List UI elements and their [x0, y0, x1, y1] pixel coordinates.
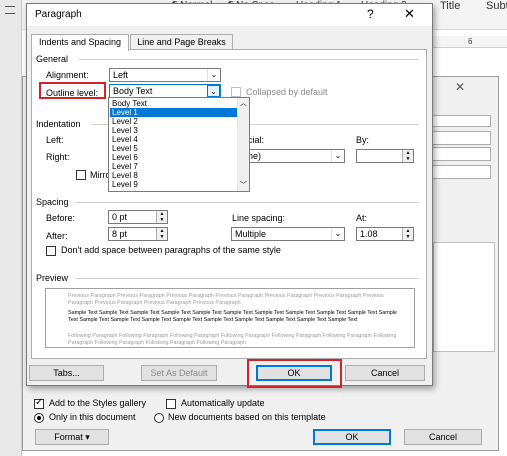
line-spacing-select[interactable]: Multiple ⌄	[231, 227, 345, 241]
paragraph-dialog: Paragraph ? ✕ Indents and Spacing Line a…	[26, 3, 433, 388]
before-value: 0 pt	[112, 212, 128, 222]
after-label: After:	[46, 231, 68, 241]
outline-option[interactable]: Level 2	[110, 117, 237, 126]
style-following-select[interactable]	[431, 165, 491, 179]
general-heading: General	[36, 54, 69, 64]
preview-previous-paragraph: Previous Paragraph Previous Paragraph Pr…	[68, 293, 384, 306]
outline-option[interactable]: Body Text	[110, 99, 237, 108]
chevron-down-icon: ⌄	[331, 150, 344, 162]
at-label: At:	[356, 213, 368, 223]
outline-level-highlight	[39, 82, 106, 99]
set-as-default-button[interactable]: Set As Default	[141, 365, 217, 381]
style-based-on-select[interactable]	[431, 147, 491, 161]
indentation-heading: Indentation	[36, 119, 81, 129]
tab-indents-and-spacing[interactable]: Indents and Spacing	[31, 34, 129, 51]
spinner-arrows-icon[interactable]: ▲ ▼	[156, 228, 167, 240]
spinner-arrows-icon[interactable]: ▲ ▼	[402, 150, 413, 162]
line-spacing-value: Multiple	[235, 229, 267, 239]
cancel-button[interactable]: Cancel	[345, 365, 425, 381]
preview-heading: Preview	[36, 273, 69, 283]
close-icon[interactable]: ✕	[455, 80, 465, 94]
paragraph-preview: Previous Paragraph Previous Paragraph Pr…	[45, 288, 415, 348]
outline-option[interactable]: Level 8	[110, 171, 237, 180]
outline-option[interactable]: Level 9	[110, 180, 237, 189]
outline-option[interactable]: Level 6	[110, 153, 237, 162]
only-this-document-label: Only in this document	[49, 412, 136, 422]
alignment-value: Left	[113, 70, 129, 80]
preview-divider	[75, 278, 419, 279]
add-to-gallery-label: Add to the Styles gallery	[49, 398, 147, 408]
by-label: By:	[356, 135, 370, 145]
modify-cancel-button[interactable]: Cancel	[404, 429, 482, 445]
ok-button-highlight	[247, 359, 342, 388]
outline-level-dropdown: Body Text Level 1 Level 2 Level 3 Level …	[108, 97, 250, 192]
dont-add-space-checkbox[interactable]	[46, 246, 56, 256]
at-value: 1.08	[360, 229, 378, 239]
alignment-select[interactable]: Left ⌄	[109, 68, 221, 82]
only-this-document-radio[interactable]	[34, 413, 44, 423]
chevron-down-icon: ⌄	[331, 228, 344, 240]
close-icon[interactable]: ✕	[404, 6, 415, 22]
add-to-gallery-checkbox[interactable]	[34, 397, 44, 409]
chevron-down-icon: ⌄	[207, 85, 220, 97]
by-spinner[interactable]: ▲ ▼	[356, 149, 414, 163]
outline-option-selected[interactable]: Level 1	[110, 108, 237, 117]
tab-line-and-page-breaks[interactable]: Line and Page Breaks	[130, 34, 233, 50]
collapsed-checkbox[interactable]	[231, 87, 241, 97]
alignment-label: Alignment:	[46, 70, 89, 80]
chevron-down-icon[interactable]: ﹀	[240, 180, 247, 190]
modify-ok-button[interactable]: OK	[313, 429, 391, 445]
dialog-title: Paragraph	[35, 9, 82, 20]
auto-update-checkbox[interactable]	[166, 399, 176, 409]
align-icon[interactable]	[5, 6, 15, 14]
dropdown-scrollbar[interactable]: ︿ ﹀	[237, 98, 249, 191]
right-indent-label: Right:	[46, 152, 70, 162]
mirror-indents-checkbox[interactable]	[76, 170, 86, 180]
format-button[interactable]: Format ▾	[35, 429, 109, 445]
at-spinner[interactable]: 1.08 ▲ ▼	[356, 227, 414, 241]
style-type-select[interactable]	[431, 131, 491, 145]
auto-update-label: Automatically update	[181, 398, 265, 408]
horizontal-ruler: 6	[430, 36, 507, 48]
chevron-up-icon[interactable]: ︿	[240, 98, 247, 108]
outline-level-select[interactable]: Body Text ⌄	[109, 84, 221, 98]
outline-option[interactable]: Level 3	[110, 126, 237, 135]
style-title[interactable]: Title	[440, 0, 460, 12]
style-preview-box	[433, 242, 495, 352]
style-subtitle[interactable]: Subti	[486, 0, 507, 12]
chevron-down-icon: ⌄	[207, 69, 220, 81]
outline-option[interactable]: Level 5	[110, 144, 237, 153]
tabs-button[interactable]: Tabs...	[29, 365, 104, 381]
before-label: Before:	[46, 213, 76, 223]
new-documents-radio[interactable]	[154, 413, 164, 423]
new-documents-label: New documents based on this template	[168, 412, 326, 422]
preview-following-paragraph: Following Paragraph Following Paragraph …	[68, 333, 397, 346]
outline-option[interactable]: Level 7	[110, 162, 237, 171]
spacing-divider	[75, 202, 419, 203]
before-spinner[interactable]: 0 pt ▲ ▼	[108, 210, 168, 224]
help-icon[interactable]: ?	[367, 7, 374, 21]
outline-level-value: Body Text	[113, 86, 153, 96]
spacing-heading: Spacing	[36, 197, 69, 207]
dialog-title-bar: Paragraph ? ✕	[27, 4, 432, 26]
line-spacing-label: Line spacing:	[232, 213, 286, 223]
ruler-number: 6	[468, 37, 473, 46]
spinner-arrows-icon[interactable]: ▲ ▼	[156, 211, 167, 223]
collapsed-label: Collapsed by default	[246, 87, 328, 97]
after-spinner[interactable]: 8 pt ▲ ▼	[108, 227, 168, 241]
spinner-arrows-icon[interactable]: ▲ ▼	[402, 228, 413, 240]
general-divider	[79, 59, 419, 60]
style-name-field[interactable]	[431, 115, 491, 127]
dont-add-space-label: Don't add space between paragraphs of th…	[61, 245, 281, 255]
after-value: 8 pt	[112, 229, 128, 239]
preview-sample-text: Sample Text Sample Text Sample Text Samp…	[68, 310, 397, 323]
outline-option[interactable]: Level 4	[110, 135, 237, 144]
left-toolbar-strip	[0, 0, 22, 456]
left-indent-label: Left:	[46, 135, 64, 145]
